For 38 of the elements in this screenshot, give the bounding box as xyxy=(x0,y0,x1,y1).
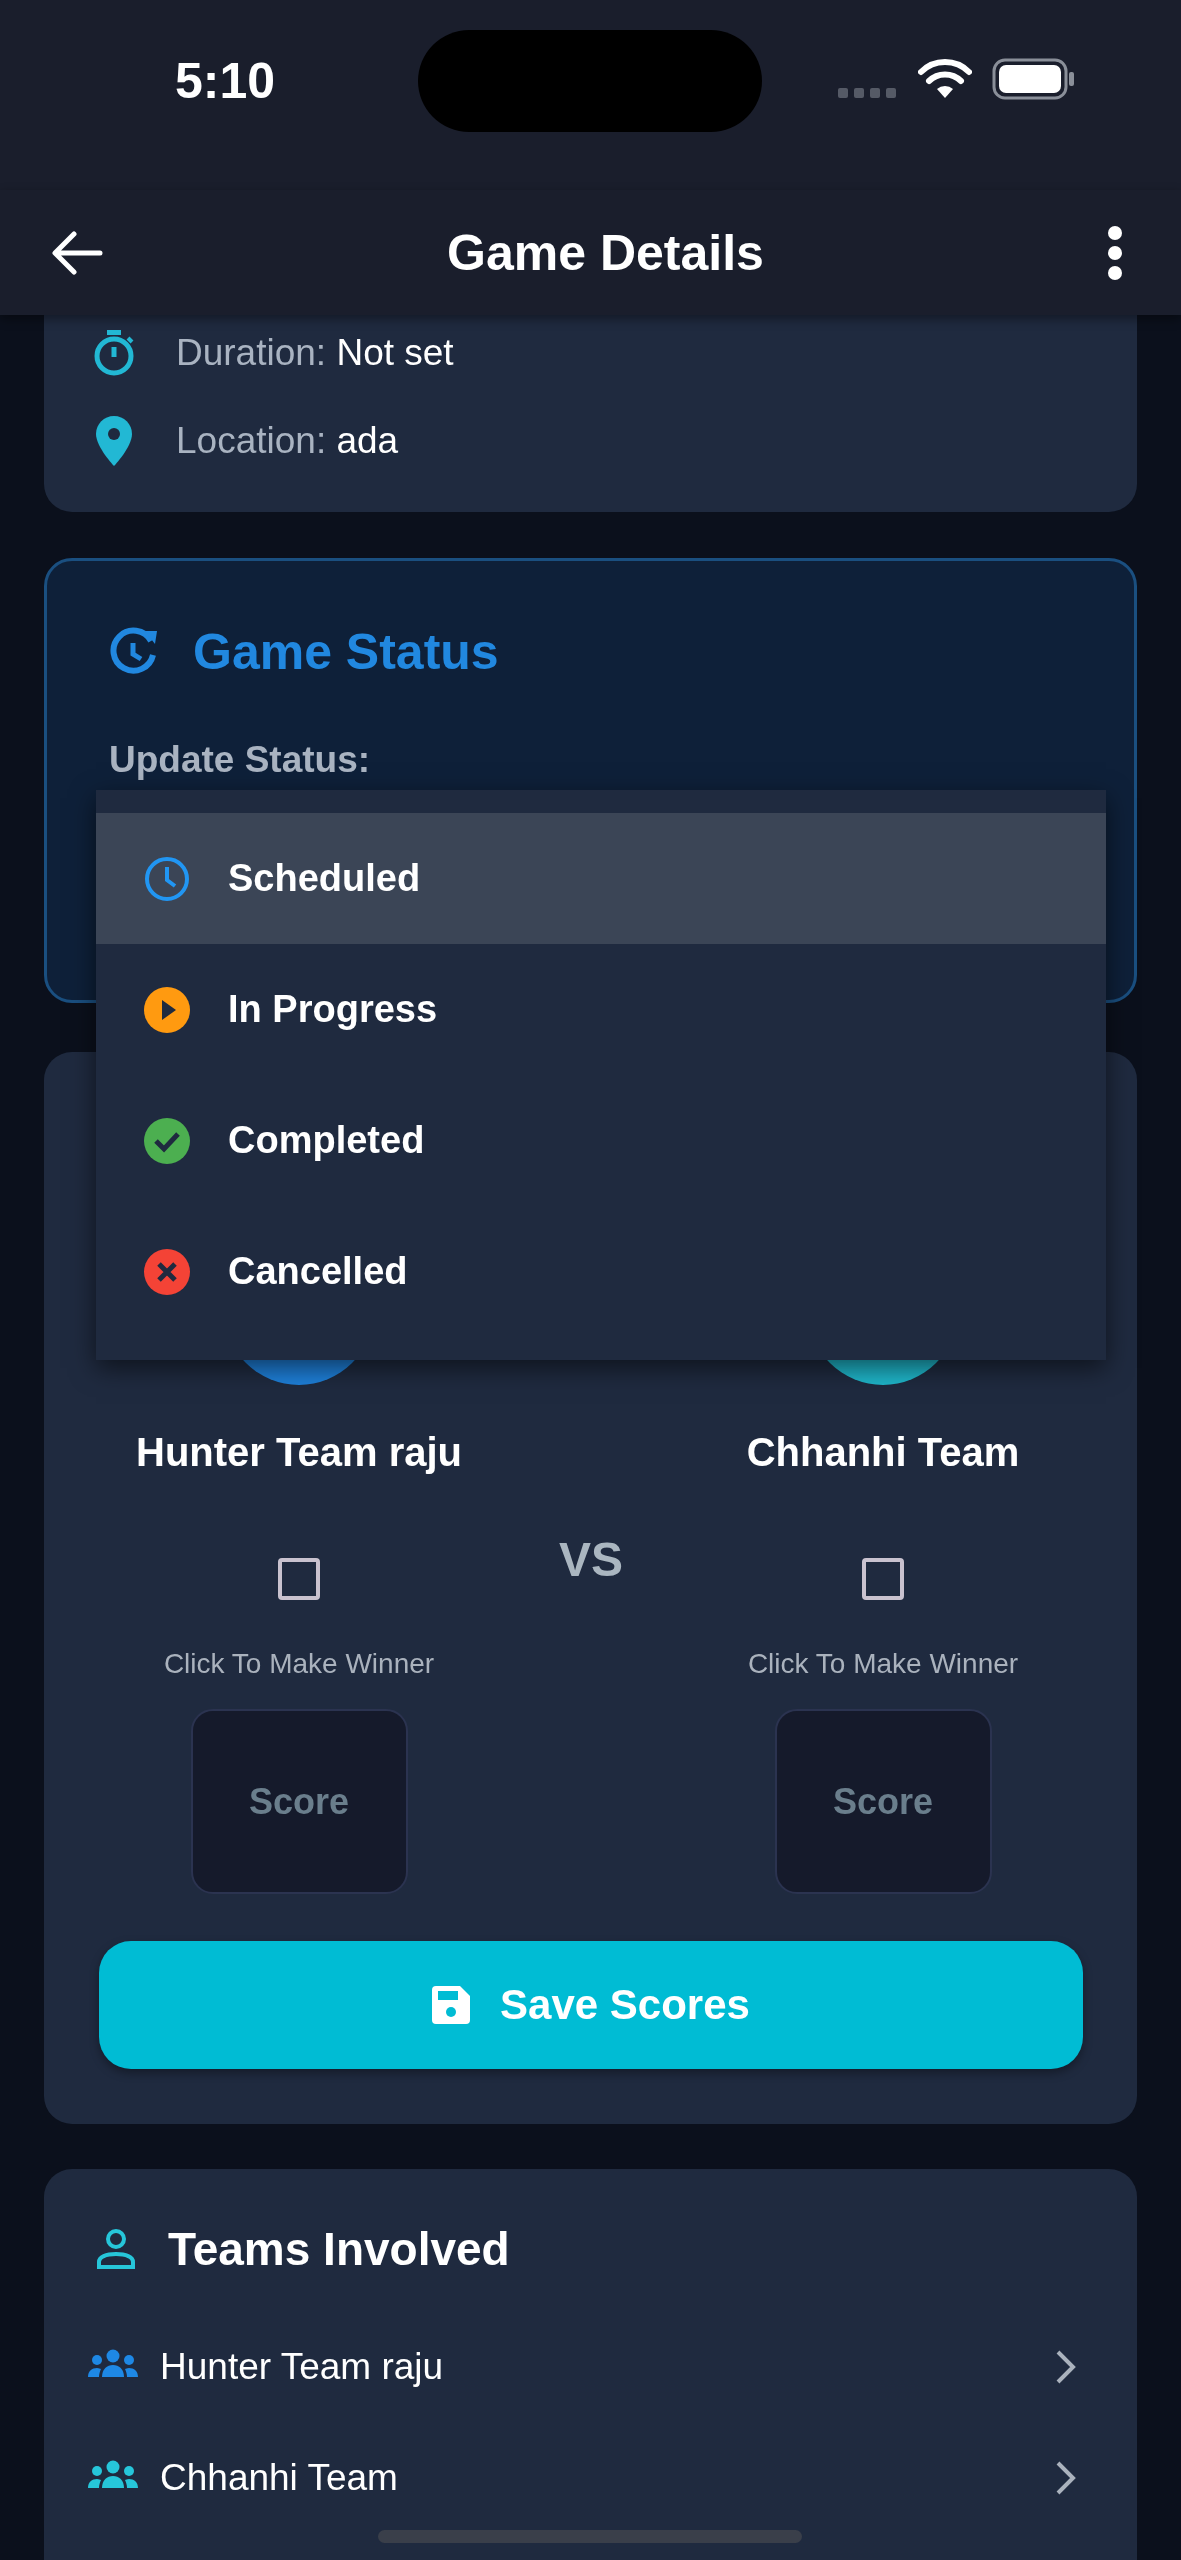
section-title: Teams Involved xyxy=(168,2222,510,2276)
team-name: Hunter Team raju xyxy=(136,1429,462,1476)
versus-label: VS xyxy=(558,1532,624,1588)
battery-icon xyxy=(992,58,1076,100)
chevron-right-icon xyxy=(1055,2348,1077,2385)
location-pin-icon xyxy=(96,416,132,466)
detail-text: Location: ada xyxy=(176,420,399,462)
status-option[interactable]: Completed xyxy=(96,1075,1106,1206)
wifi-icon xyxy=(918,58,972,98)
status-option[interactable]: Cancelled xyxy=(96,1206,1106,1337)
score-field[interactable]: Score xyxy=(774,1709,992,1894)
save-icon xyxy=(432,1986,471,2024)
chevron-right-icon xyxy=(1055,2459,1077,2496)
screen-title: Game Details xyxy=(446,223,765,282)
status-time: 5:10 xyxy=(173,52,277,110)
signal-icon xyxy=(838,86,896,100)
winner-checkbox[interactable] xyxy=(862,1558,904,1600)
team-name: Chhanhi Team xyxy=(746,1429,1020,1476)
clock-icon xyxy=(144,855,190,902)
person-icon xyxy=(96,2228,136,2270)
score-field[interactable]: Score xyxy=(190,1709,408,1894)
status-option[interactable]: In Progress xyxy=(96,944,1106,1075)
group-icon xyxy=(88,2459,138,2490)
stopwatch-icon xyxy=(92,329,136,377)
group-icon xyxy=(88,2348,138,2379)
field-label: Update Status: xyxy=(109,738,372,782)
checkbox-label: Click To Make Winner xyxy=(163,1647,435,1681)
team-list-item[interactable]: Hunter Team raju xyxy=(44,2311,1137,2422)
status-option[interactable]: Scheduled xyxy=(96,813,1106,944)
cancel-icon xyxy=(144,1248,190,1295)
check-circle-icon xyxy=(144,1117,190,1164)
winner-checkbox[interactable] xyxy=(278,1558,320,1600)
team-list-item[interactable]: Chhanhi Team xyxy=(44,2422,1137,2533)
detail-text: Duration: Not set xyxy=(176,332,454,374)
section-title: Game Status xyxy=(193,623,499,681)
checkbox-label: Click To Make Winner xyxy=(747,1647,1019,1681)
back-arrow-icon[interactable] xyxy=(50,229,104,276)
play-icon xyxy=(144,986,190,1033)
